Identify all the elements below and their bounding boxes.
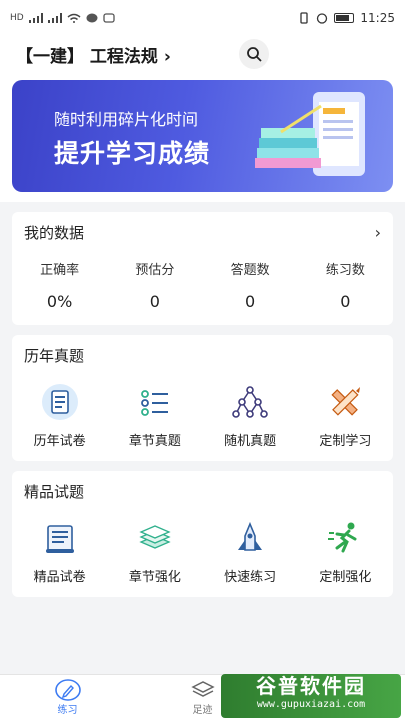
tab-label: 足迹 — [192, 705, 213, 716]
stack-icon — [135, 518, 175, 558]
grid-item-premium-papers[interactable]: 精品试卷 — [12, 518, 107, 585]
grid-label: 章节强化 — [128, 570, 181, 585]
grid-item-past-papers[interactable]: 历年试卷 — [12, 382, 107, 449]
grid-label: 精品试卷 — [33, 570, 86, 585]
banner-line1: 随时利用碎片化时间 — [54, 110, 199, 129]
watermark-url: www.gupuxiazai.com — [256, 699, 366, 710]
grid-label: 定制强化 — [319, 570, 372, 585]
past-exams-card: 历年真题 历年试卷 章节真题 随机真题 定制学习 — [12, 335, 393, 461]
rocket-icon — [230, 518, 270, 558]
watermark-logo: 谷普软件园 www.gupuxiazai.com — [221, 674, 401, 718]
premium-grid: 精品试卷 章节强化 快速练习 定制强化 — [12, 512, 393, 597]
past-exams-grid: 历年试卷 章节真题 随机真题 定制学习 — [12, 376, 393, 461]
stat-accuracy: 正确率 0% — [12, 259, 107, 311]
signal-icon — [28, 13, 43, 23]
pencil-circle-icon — [54, 679, 81, 701]
vibrate-icon — [300, 12, 309, 24]
stat-label: 正确率 — [40, 263, 80, 278]
banner-line2: 提升学习成绩 — [54, 139, 211, 168]
stat-label: 练习数 — [325, 263, 365, 278]
grid-item-chapter-boost[interactable]: 章节强化 — [107, 518, 202, 585]
grid-item-custom-boost[interactable]: 定制强化 — [298, 518, 393, 585]
banner-section: 随时利用碎片化时间 提升学习成绩 — [0, 72, 405, 202]
premium-title: 精品试题 — [24, 483, 85, 501]
battery-icon — [334, 13, 355, 23]
top-header: 【一建】 工程法规 › — [0, 36, 405, 72]
my-data-title: 我的数据 — [24, 224, 85, 242]
layers-icon — [190, 681, 215, 697]
premium-card: 精品试题 精品试卷 章节强化 快速练习 定制强化 — [12, 471, 393, 597]
tab-practice[interactable]: 练习 — [0, 675, 135, 720]
search-icon — [247, 47, 262, 62]
past-exams-header: 历年真题 — [12, 335, 393, 376]
signal-icon-2 — [47, 13, 62, 23]
chevron-right-icon: › — [163, 46, 171, 67]
hd-label: HD — [10, 13, 24, 23]
stat-answered: 答题数 0 — [203, 259, 298, 311]
grid-label: 章节真题 — [128, 434, 181, 449]
clock: 11:25 — [360, 11, 395, 25]
stat-value: 0 — [149, 292, 160, 311]
stat-value: 0 — [245, 292, 256, 311]
chapter-list-icon — [135, 382, 175, 422]
runner-icon — [325, 518, 365, 558]
stats-row: 正确率 0% 预估分 0 答题数 0 练习数 0 — [12, 253, 393, 325]
my-data-header[interactable]: 我的数据 › — [12, 212, 393, 253]
pencil-ruler-icon — [325, 382, 365, 422]
exam-title-selector[interactable]: 【一建】 工程法规 › — [16, 42, 171, 67]
stat-estimated-score: 预估分 0 — [107, 259, 202, 311]
grid-label: 快速练习 — [224, 570, 277, 585]
random-nodes-icon — [230, 382, 270, 422]
my-data-card: 我的数据 › 正确率 0% 预估分 0 答题数 0 练习数 0 — [12, 212, 393, 325]
status-left: HD — [10, 12, 115, 24]
past-exams-title: 历年真题 — [24, 347, 85, 365]
chevron-right-icon: › — [374, 223, 381, 242]
stat-value: 0% — [46, 292, 73, 311]
stat-label: 答题数 — [230, 263, 270, 278]
status-right: 11:25 — [298, 11, 395, 25]
tab-label: 练习 — [57, 705, 78, 716]
grid-label: 随机真题 — [224, 434, 277, 449]
grid-label: 定制学习 — [319, 434, 372, 449]
stat-practice-count: 练习数 0 — [298, 259, 393, 311]
stat-value: 0 — [340, 292, 351, 311]
grid-item-chapter-exams[interactable]: 章节真题 — [107, 382, 202, 449]
premium-header: 精品试题 — [12, 471, 393, 512]
grid-item-quick-practice[interactable]: 快速练习 — [203, 518, 298, 585]
promo-banner[interactable]: 随时利用碎片化时间 提升学习成绩 — [12, 80, 393, 192]
wifi-icon — [67, 13, 81, 23]
watermark-title: 谷普软件园 — [256, 674, 366, 698]
grid-item-custom-study[interactable]: 定制学习 — [298, 382, 393, 449]
message-icon — [103, 12, 115, 23]
stat-label: 预估分 — [135, 263, 175, 278]
grid-label: 历年试卷 — [33, 434, 86, 449]
alarm-icon — [317, 13, 328, 24]
exam-title: 【一建】 工程法规 — [16, 46, 158, 67]
status-bar: HD 11:25 — [0, 0, 405, 36]
chat-icon — [86, 13, 98, 22]
search-button[interactable] — [239, 39, 269, 69]
grid-item-random-exams[interactable]: 随机真题 — [203, 382, 298, 449]
exam-paper-icon — [40, 382, 80, 422]
books-phone-illustration — [255, 92, 365, 176]
scroll-icon — [40, 518, 80, 558]
